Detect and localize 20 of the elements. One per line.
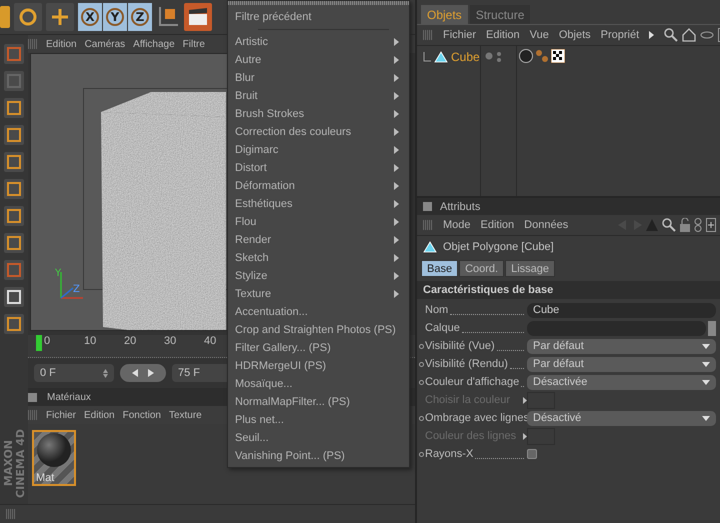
- field-value: 0 F: [40, 367, 56, 379]
- field-value: 75 F: [178, 367, 200, 379]
- tick-label: 30: [164, 335, 178, 347]
- tick-label: 20: [124, 335, 138, 347]
- field-label: Rayons-X: [425, 448, 474, 460]
- object-title: Objet Polygone [Cube]: [443, 241, 554, 253]
- panel-title: Attributs: [440, 200, 480, 212]
- brand-text: CINEMA 4D: [14, 429, 26, 498]
- section-header: Caractéristiques de base: [417, 281, 720, 299]
- field-label: Nom: [425, 304, 448, 316]
- panel-title: Matériaux: [47, 392, 91, 402]
- field-label: Visibilité (Vue): [425, 340, 495, 352]
- tick-label: 0: [44, 335, 52, 347]
- axis-gizmo-drawing: Y Z: [53, 266, 93, 306]
- field-label: Couleur d'affichage: [425, 376, 520, 388]
- field-label: Visibilité (Rendu): [425, 358, 508, 370]
- tick-label: 10: [84, 335, 98, 347]
- tick-label: 40: [204, 335, 218, 347]
- brand-text: MAXON: [2, 440, 14, 487]
- field-label: Calque: [425, 322, 460, 334]
